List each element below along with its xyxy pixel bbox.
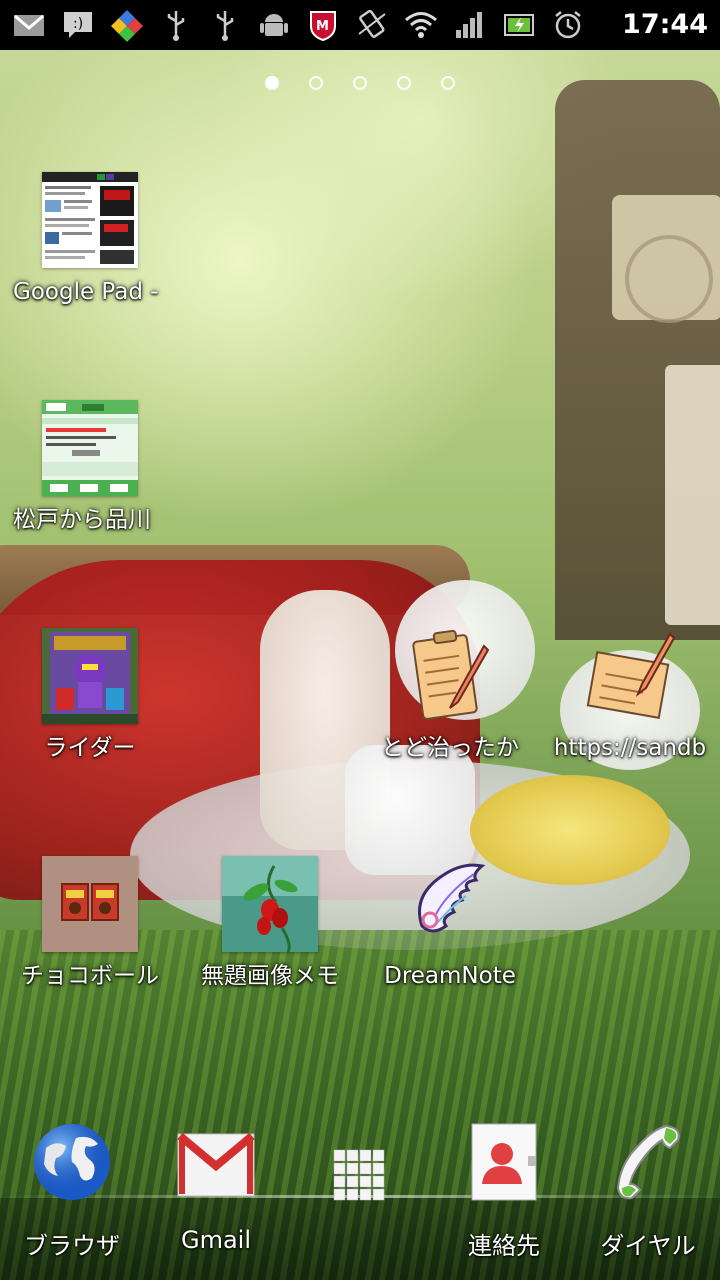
- webpage-thumbnail-icon: [42, 172, 138, 268]
- shortcut-memo-url[interactable]: https://sandb: [540, 628, 720, 768]
- rider-photo-icon: [42, 628, 138, 724]
- page-dot-2[interactable]: [309, 76, 323, 90]
- dock-gmail[interactable]: Gmail: [144, 1118, 288, 1268]
- gmail-icon: [176, 1118, 256, 1203]
- dock-label: ダイヤル: [600, 1232, 696, 1260]
- shortcut-dreamnote[interactable]: DreamNote: [360, 856, 540, 996]
- shortcut-label: ライダー: [44, 735, 136, 761]
- shortcut-label: 無題画像メモ: [201, 963, 339, 989]
- status-bar[interactable]: :) M 17:44: [0, 0, 720, 50]
- page-dot-3[interactable]: [353, 76, 367, 90]
- usb-icon: [156, 0, 196, 50]
- shortcut-google-pad[interactable]: Google Pad -: [0, 172, 180, 312]
- dock-label: Gmail: [180, 1226, 252, 1254]
- shortcut-label: とど治ったか: [381, 735, 519, 761]
- memo-note-icon: [582, 628, 678, 724]
- wallpaper-clock-ring: [625, 235, 713, 323]
- svg-text::): :): [73, 16, 83, 32]
- shortcut-memo-todo[interactable]: とど治ったか: [360, 628, 540, 768]
- shortcut-label: Google Pad -: [13, 279, 159, 305]
- wing-icon: [402, 856, 498, 952]
- wifi-icon: [401, 0, 441, 50]
- shortcut-rider[interactable]: ライダー: [0, 628, 180, 768]
- shortcut-label: DreamNote: [384, 963, 516, 989]
- talk-notification-icon: :): [58, 0, 98, 50]
- rotation-lock-icon: [352, 0, 392, 50]
- page-dot-5[interactable]: [441, 76, 455, 90]
- mcafee-icon: M: [303, 0, 343, 50]
- android-debug-icon: [254, 0, 294, 50]
- dock-app-drawer[interactable]: [288, 1118, 432, 1268]
- dock-browser[interactable]: ブラウザ: [0, 1118, 144, 1268]
- dock-contacts[interactable]: 連絡先: [432, 1118, 576, 1268]
- phone-icon: [608, 1118, 688, 1203]
- battery-icon: [499, 0, 539, 50]
- shortcut-chocoball[interactable]: チョコボール: [0, 856, 180, 996]
- dock-label: 連絡先: [468, 1232, 540, 1260]
- page-dot-1[interactable]: [265, 76, 279, 90]
- contacts-icon: [464, 1118, 544, 1203]
- page-dot-4[interactable]: [397, 76, 411, 90]
- status-clock: 17:44: [622, 9, 708, 40]
- shortcut-label: チョコボール: [21, 963, 159, 989]
- globe-icon: [32, 1118, 112, 1203]
- transit-thumbnail-icon: [42, 400, 138, 496]
- shortcut-label: 松戸から品川: [13, 507, 151, 533]
- shortcut-image-memo[interactable]: 無題画像メモ: [180, 856, 360, 996]
- shortcut-transit-route[interactable]: 松戸から品川: [0, 400, 180, 540]
- usb-icon: [205, 0, 245, 50]
- chocoball-photo-icon: [42, 856, 138, 952]
- svg-text:M: M: [316, 19, 329, 34]
- page-indicator[interactable]: [0, 76, 720, 96]
- alarm-icon: [548, 0, 588, 50]
- colorful-app-icon: [107, 0, 147, 50]
- dock-label: ブラウザ: [24, 1232, 120, 1260]
- shortcut-label: https://sandb: [553, 735, 707, 761]
- gmail-notification-icon: [9, 0, 49, 50]
- dock-dialer[interactable]: ダイヤル: [576, 1118, 720, 1268]
- wallpaper-box: [665, 365, 720, 625]
- app-drawer-grid-icon: [320, 1118, 400, 1203]
- berry-photo-icon: [222, 856, 318, 952]
- signal-icon: [450, 0, 490, 50]
- memo-clipboard-icon: [402, 628, 498, 724]
